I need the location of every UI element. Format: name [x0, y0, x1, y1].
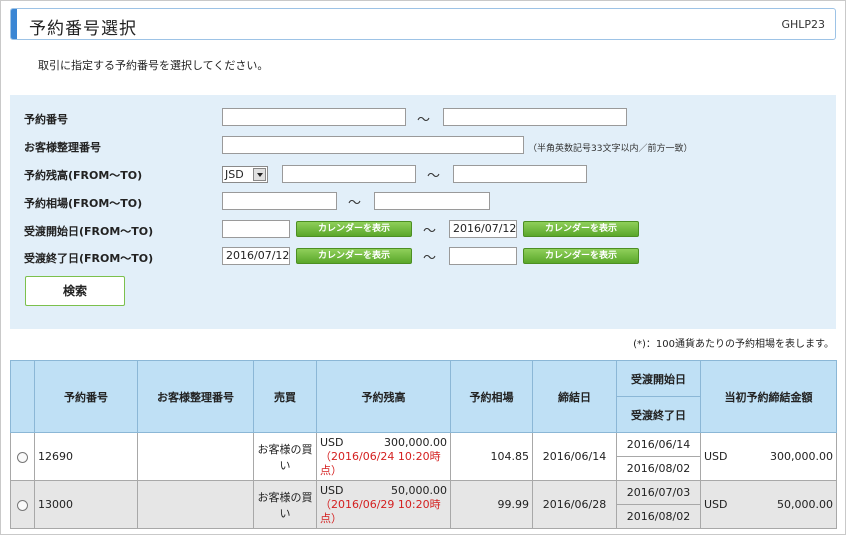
delivery-start-cell: 2016/07/03: [616, 480, 701, 505]
range-tilde: 〜: [423, 251, 437, 266]
balance-timestamp: （2016/06/29 10:20時点）: [320, 497, 441, 525]
chevron-down-icon[interactable]: [253, 168, 266, 181]
currency-select[interactable]: JSD: [222, 166, 268, 183]
title-accent: [11, 9, 17, 39]
initial-amount-cell: USD 300,000.00: [700, 432, 837, 481]
delivery-end-cell: 2016/08/02: [616, 456, 701, 481]
reservation-no-from-input[interactable]: [222, 108, 406, 126]
balance-amount: 300,000.00: [384, 435, 447, 449]
table-row[interactable]: 13000 お客様の買い USD 50,000.00 （2016/06/29 10…: [10, 480, 837, 529]
col-rate: 予約相場: [450, 360, 533, 433]
balance-cell: USD 50,000.00 （2016/06/29 10:20時点）: [316, 480, 451, 529]
delivery-end-cell: 2016/08/02: [616, 504, 701, 529]
rate-label: 予約相場(FROM〜TO): [24, 197, 143, 210]
col-delivery-start: 受渡開始日: [616, 360, 701, 397]
customer-ref-note: （半角英数記号33文字以内／前方一致）: [528, 144, 693, 154]
select-column-header: [10, 360, 35, 433]
currency-select-value: JSD: [225, 168, 244, 181]
delivery-start-label: 受渡開始日(FROM〜TO): [24, 225, 154, 238]
customer-ref-cell: [137, 432, 254, 481]
balance-currency: USD: [320, 435, 344, 449]
initial-amount-cell: USD 50,000.00: [700, 480, 837, 529]
delivery-start-from-input[interactable]: [222, 220, 290, 238]
screen-id: GHLP23: [781, 18, 825, 31]
range-tilde: 〜: [427, 169, 441, 184]
customer-ref-label: お客様整理番号: [24, 141, 101, 154]
search-panel: 予約番号 〜 お客様整理番号 （半角英数記号33文字以内／前方一致） 予約残高(…: [10, 95, 836, 329]
delivery-end-from-input[interactable]: 2016/07/12: [222, 247, 290, 265]
col-balance: 予約残高: [316, 360, 451, 433]
delivery-start-to-calendar-button[interactable]: カレンダーを表示: [523, 221, 639, 237]
table-header-row: 予約番号 お客様整理番号 売買 予約残高 予約相場 締結日 受渡開始日 当初予約…: [10, 360, 837, 433]
title-bar: 予約番号選択 GHLP23: [10, 8, 836, 40]
search-button[interactable]: 検索: [25, 276, 125, 306]
rate-to-input[interactable]: [374, 192, 490, 210]
col-delivery-end: 受渡終了日: [616, 396, 701, 433]
rate-from-input[interactable]: [222, 192, 337, 210]
col-contract-date: 締結日: [532, 360, 617, 433]
delivery-end-from-calendar-button[interactable]: カレンダーを表示: [296, 248, 412, 264]
reservation-no-cell: 12690: [34, 432, 138, 481]
range-tilde: 〜: [348, 196, 362, 211]
initial-amount: 50,000.00: [777, 498, 833, 511]
row-select-radio-cell[interactable]: [10, 432, 35, 481]
balance-label: 予約残高(FROM〜TO): [24, 169, 143, 182]
initial-currency: USD: [704, 498, 728, 511]
range-tilde: 〜: [417, 113, 431, 128]
page-title: 予約番号選択: [29, 19, 137, 39]
results-table: 予約番号 お客様整理番号 売買 予約残高 予約相場 締結日 受渡開始日 当初予約…: [10, 360, 837, 529]
balance-timestamp: （2016/06/24 10:20時点）: [320, 449, 441, 477]
row-select-radio[interactable]: [17, 451, 28, 463]
customer-ref-input[interactable]: [222, 136, 524, 154]
row-select-radio[interactable]: [17, 499, 28, 511]
col-side: 売買: [253, 360, 317, 433]
delivery-end-label: 受渡終了日(FROM〜TO): [24, 252, 154, 265]
col-customer-ref: お客様整理番号: [137, 360, 254, 433]
delivery-start-cell: 2016/06/14: [616, 432, 701, 457]
initial-currency: USD: [704, 450, 728, 463]
balance-amount: 50,000.00: [391, 483, 447, 497]
range-tilde: 〜: [423, 224, 437, 239]
reservation-no-to-input[interactable]: [443, 108, 627, 126]
delivery-start-to-input[interactable]: 2016/07/12: [449, 220, 517, 238]
customer-ref-cell: [137, 480, 254, 529]
instruction-text: 取引に指定する予約番号を選択してください。: [38, 59, 269, 72]
col-initial-amount: 当初予約締結金額: [700, 360, 837, 433]
col-reservation-no: 予約番号: [34, 360, 138, 433]
side-cell: お客様の買い: [253, 432, 317, 481]
reservation-no-label: 予約番号: [24, 113, 68, 126]
initial-amount: 300,000.00: [770, 450, 833, 463]
balance-cell: USD 300,000.00 （2016/06/24 10:20時点）: [316, 432, 451, 481]
rate-cell: 99.99: [450, 480, 533, 529]
balance-to-input[interactable]: [453, 165, 587, 183]
rate-cell: 104.85: [450, 432, 533, 481]
contract-date-cell: 2016/06/14: [532, 432, 617, 481]
delivery-start-from-calendar-button[interactable]: カレンダーを表示: [296, 221, 412, 237]
delivery-end-to-calendar-button[interactable]: カレンダーを表示: [523, 248, 639, 264]
delivery-end-to-input[interactable]: [449, 247, 517, 265]
side-cell: お客様の買い: [253, 480, 317, 529]
contract-date-cell: 2016/06/28: [532, 480, 617, 529]
table-row[interactable]: 12690 お客様の買い USD 300,000.00 （2016/06/24 1…: [10, 432, 837, 481]
balance-currency: USD: [320, 483, 344, 497]
balance-from-input[interactable]: [282, 165, 416, 183]
reservation-no-cell: 13000: [34, 480, 138, 529]
rate-footnote: (*)：100通貨あたりの予約相場を表します。: [633, 339, 834, 350]
row-select-radio-cell[interactable]: [10, 480, 35, 529]
